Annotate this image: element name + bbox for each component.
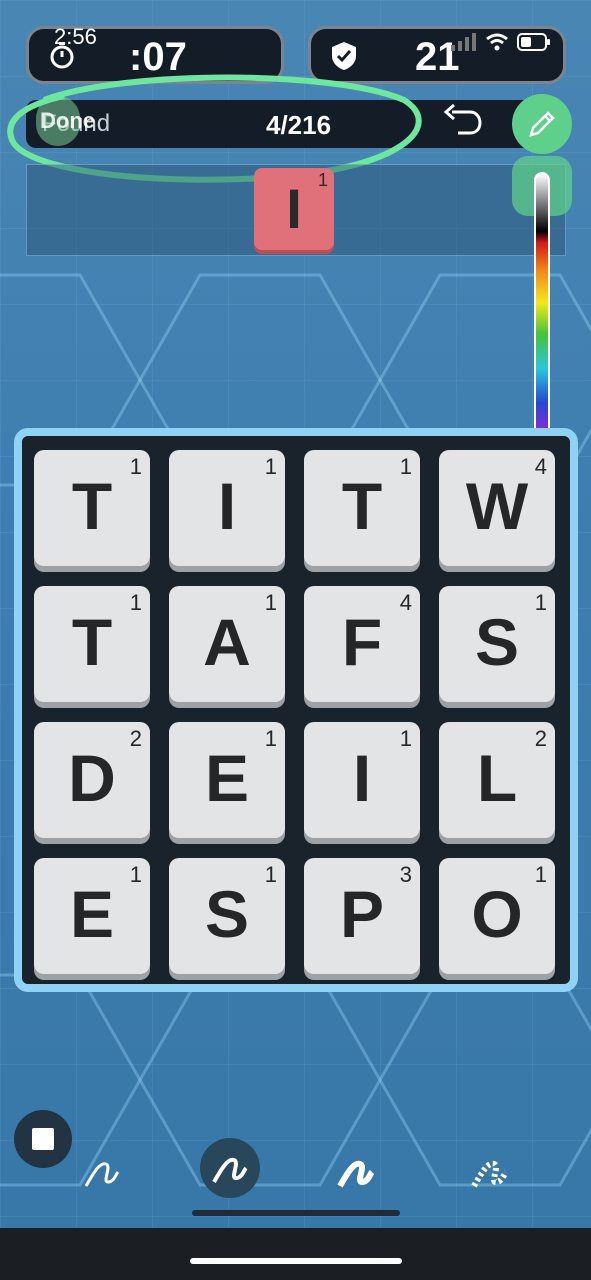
- tile-points: 2: [129, 726, 142, 751]
- battery-icon: [517, 33, 550, 51]
- done-label[interactable]: Done: [40, 108, 95, 134]
- tile-points: 1: [534, 590, 547, 615]
- color-slider[interactable]: [534, 172, 550, 462]
- found-count: 4/216: [266, 110, 332, 140]
- tile-points: 1: [129, 590, 142, 615]
- score-panel: 21: [308, 26, 566, 84]
- tile-points: 1: [129, 862, 142, 887]
- tile-points: 1: [399, 454, 412, 479]
- pencil-icon: [529, 111, 555, 137]
- status-bar-time: 2:56: [54, 24, 97, 49]
- tile-points: 1: [129, 454, 142, 479]
- pencil-scribble-icon[interactable]: [200, 1138, 260, 1198]
- stop-recording-button[interactable]: [14, 1110, 72, 1168]
- current-word-tile: I 1: [254, 168, 334, 250]
- undo-icon[interactable]: [440, 102, 484, 142]
- letter-tile[interactable]: I1: [169, 450, 285, 566]
- tile-points: 1: [534, 862, 547, 887]
- highlighter-icon[interactable]: [460, 1142, 520, 1202]
- tile-points: 1: [264, 454, 277, 479]
- letter-tile[interactable]: W4: [439, 450, 555, 566]
- home-indicator[interactable]: [190, 1258, 402, 1264]
- tile-points: 1: [399, 726, 412, 751]
- wifi-icon: [486, 33, 508, 51]
- tile-points: 1: [264, 590, 277, 615]
- letter-tile[interactable]: L2: [439, 722, 555, 838]
- tile-points: 1: [264, 726, 277, 751]
- marker-icon[interactable]: [326, 1142, 386, 1202]
- tile-points: 4: [534, 454, 547, 479]
- tile-points: 3: [399, 862, 412, 887]
- system-status-icons: [451, 33, 551, 51]
- letter-tile[interactable]: E1: [169, 722, 285, 838]
- tile-points: 4: [399, 590, 412, 615]
- letter-tile[interactable]: S1: [439, 586, 555, 702]
- letter-tile[interactable]: T1: [304, 450, 420, 566]
- shield-check-icon: [332, 42, 356, 70]
- tool-selection-bar: [192, 1210, 400, 1216]
- stop-icon: [32, 1128, 54, 1150]
- letter-tile[interactable]: P3: [304, 858, 420, 974]
- timer-value: :07: [129, 35, 187, 79]
- letter-tile[interactable]: S1: [169, 858, 285, 974]
- bottom-band: [0, 1228, 591, 1280]
- markup-pencil-button[interactable]: [512, 94, 572, 154]
- signal-icon: [451, 33, 476, 51]
- letter-tile[interactable]: I1: [304, 722, 420, 838]
- letter-board: T1I1T1W4T1A1F4S1D2E1I1L2E1S1P3O1: [14, 428, 578, 992]
- tile-points: 1: [264, 862, 277, 887]
- letter-tile[interactable]: T1: [34, 450, 150, 566]
- letter-tile[interactable]: A1: [169, 586, 285, 702]
- tile-points: 2: [534, 726, 547, 751]
- current-word-points: 1: [317, 170, 328, 190]
- pen-icon[interactable]: [72, 1142, 132, 1202]
- letter-tile[interactable]: D2: [34, 722, 150, 838]
- letter-tile[interactable]: E1: [34, 858, 150, 974]
- letter-tile[interactable]: F4: [304, 586, 420, 702]
- found-words-bar[interactable]: Found 4/216: [26, 100, 566, 148]
- letter-tile[interactable]: O1: [439, 858, 555, 974]
- letter-tile[interactable]: T1: [34, 586, 150, 702]
